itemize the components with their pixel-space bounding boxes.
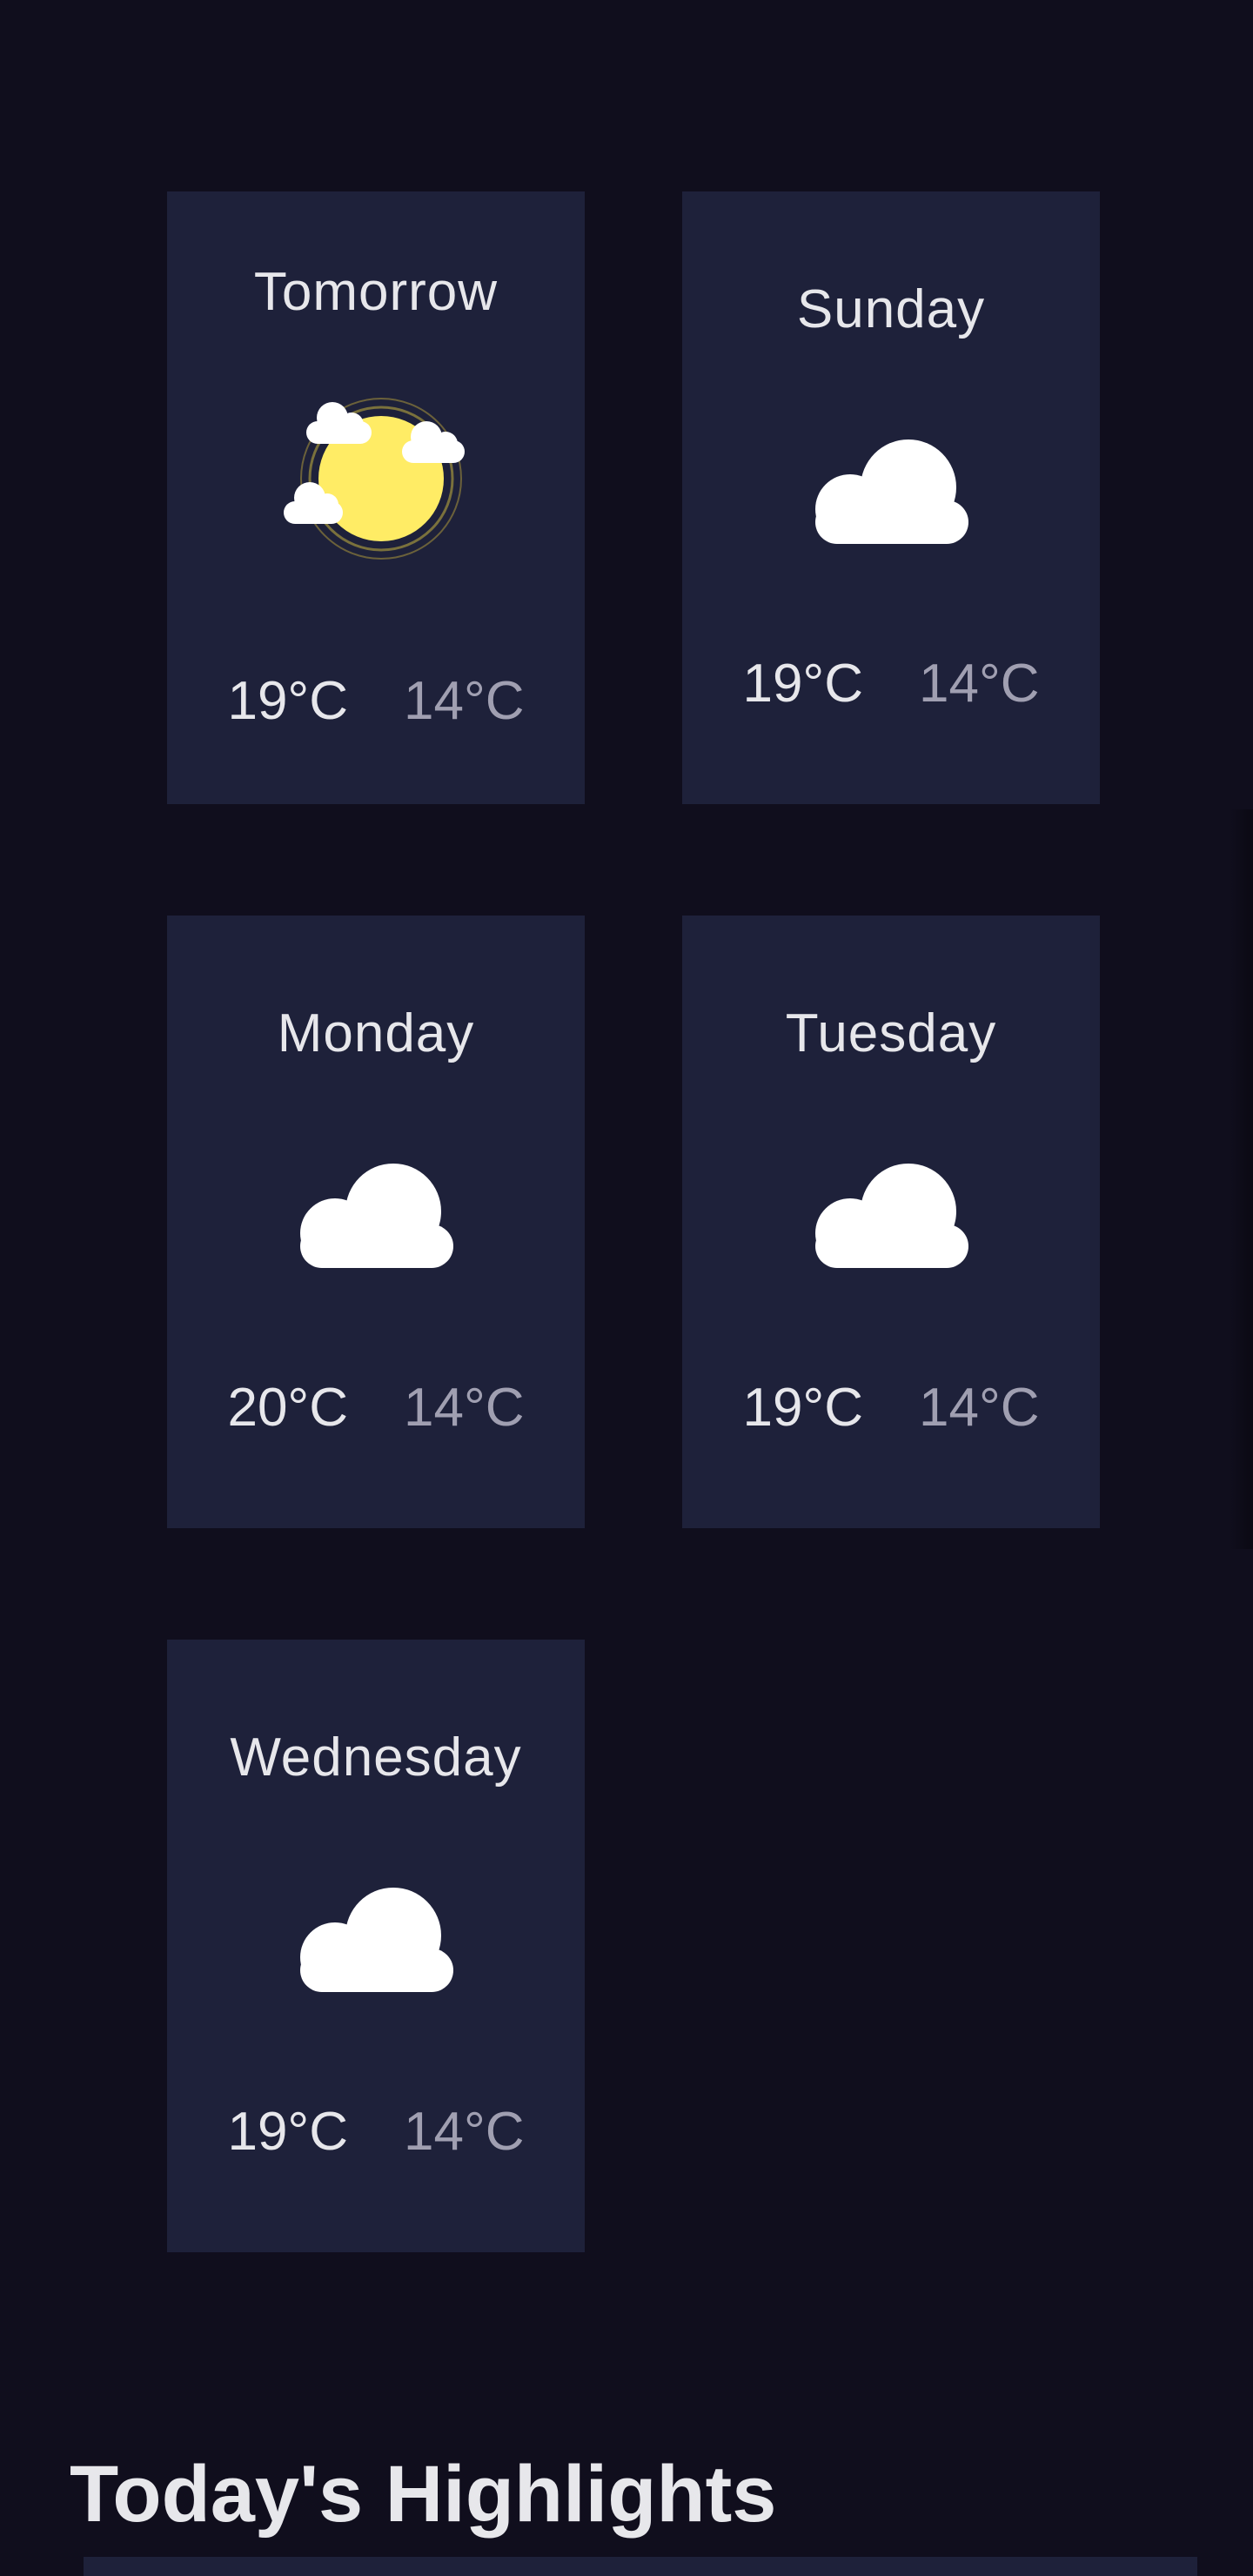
cloud-icon	[293, 1164, 459, 1268]
forecast-day-label: Monday	[277, 1003, 475, 1063]
cloud-icon	[808, 439, 974, 544]
forecast-max-temp: 19°C	[742, 654, 863, 714]
light-cloud-sun-icon	[271, 392, 480, 566]
forecast-max-temp: 19°C	[227, 2102, 348, 2162]
forecast-day-label: Wednesday	[230, 1727, 522, 1788]
forecast-day-label: Sunday	[796, 279, 986, 339]
forecast-day-label: Tomorrow	[253, 262, 499, 322]
forecast-min-temp: 14°C	[404, 2102, 525, 2162]
highlights-title: Today's Highlights	[70, 2450, 777, 2539]
cloud-icon	[808, 1164, 974, 1268]
highlight-card	[84, 2557, 1197, 2576]
forecast-temps: 19°C 14°C	[682, 653, 1100, 714]
forecast-max-temp: 20°C	[227, 1378, 348, 1438]
forecast-min-temp: 14°C	[404, 671, 525, 731]
forecast-min-temp: 14°C	[919, 654, 1040, 714]
forecast-min-temp: 14°C	[404, 1378, 525, 1438]
weather-page: Tomorrow 19°C 14°C Sunday 19°C 14°C Mond…	[0, 0, 1253, 2576]
forecast-max-temp: 19°C	[742, 1378, 863, 1438]
forecast-temps: 19°C 14°C	[167, 2101, 585, 2163]
forecast-min-temp: 14°C	[919, 1378, 1040, 1438]
cloud-icon	[293, 1888, 459, 1992]
forecast-temps: 19°C 14°C	[167, 670, 585, 732]
forecast-card-tomorrow: Tomorrow 19°C 14°C	[167, 191, 585, 804]
forecast-card-monday: Monday 20°C 14°C	[167, 916, 585, 1528]
forecast-day-label: Tuesday	[785, 1003, 997, 1063]
forecast-card-sunday: Sunday 19°C 14°C	[682, 191, 1100, 804]
forecast-card-tuesday: Tuesday 19°C 14°C	[682, 916, 1100, 1528]
forecast-card-wednesday: Wednesday 19°C 14°C	[167, 1640, 585, 2252]
scroll-edge-shadow	[1229, 809, 1253, 1549]
forecast-temps: 19°C 14°C	[682, 1377, 1100, 1439]
forecast-temps: 20°C 14°C	[167, 1377, 585, 1439]
forecast-max-temp: 19°C	[227, 671, 348, 731]
